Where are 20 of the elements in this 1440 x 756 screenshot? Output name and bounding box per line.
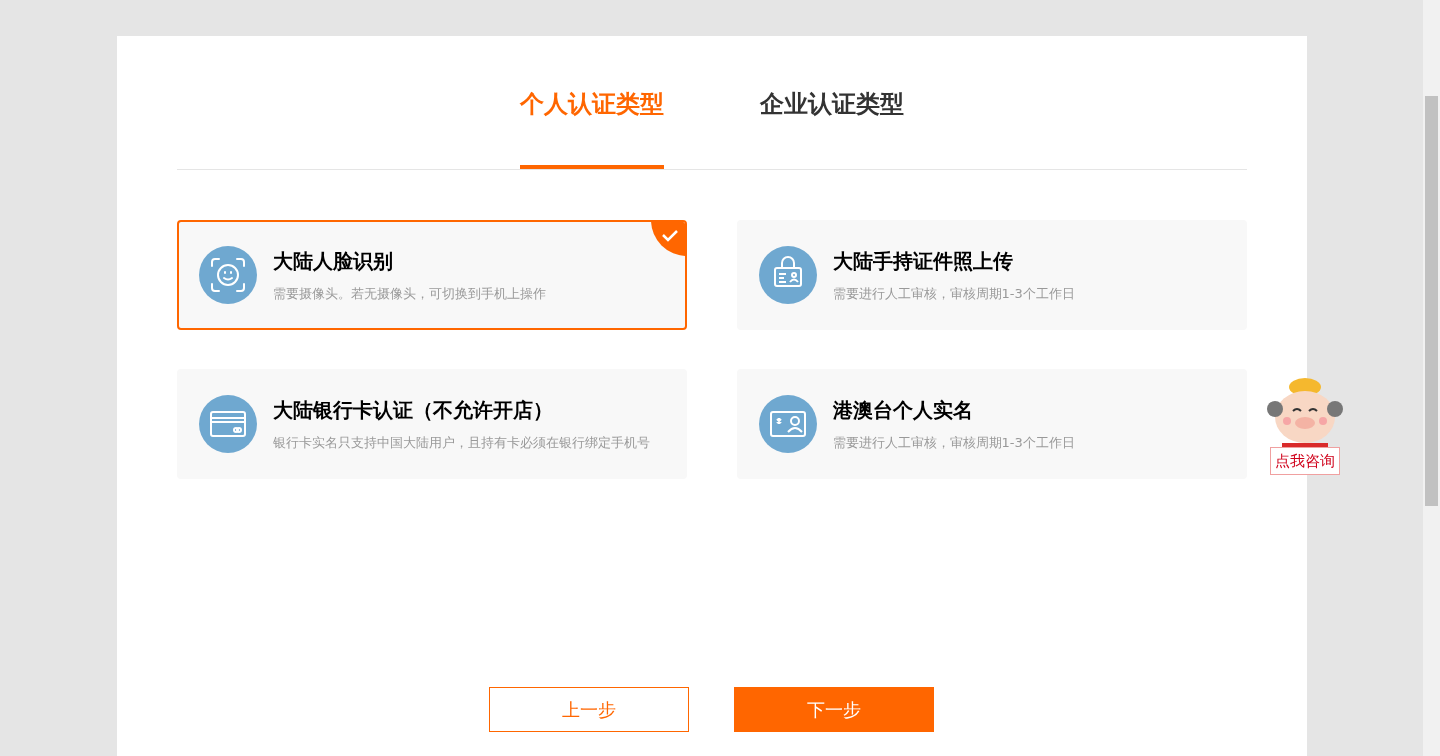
option-description: 需要进行人工审核，审核周期1-3个工作日 [832,434,1075,453]
verification-option-card[interactable]: 港澳台个人实名 需要进行人工审核，审核周期1-3个工作日 [736,369,1247,479]
scrollbar[interactable] [1423,0,1440,756]
check-icon [650,222,685,256]
option-description: 需要进行人工审核，审核周期1-3个工作日 [832,285,1075,304]
option-title: 大陆手持证件照上传 [832,248,1014,276]
face-scan-icon [198,246,257,304]
verification-option-card[interactable]: 大陆手持证件照上传 需要进行人工审核，审核周期1-3个工作日 [736,220,1247,330]
bank-card-icon [198,395,257,453]
verification-option-card[interactable]: 大陆人脸识别 需要摄像头。若无摄像头，可切换到手机上操作 [176,220,687,330]
option-title: 大陆银行卡认证（不允许开店） [272,397,554,425]
option-title: 大陆人脸识别 [272,248,394,276]
option-description: 银行卡实名只支持中国大陆用户，且持有卡必须在银行绑定手机号 [272,434,650,453]
consult-label[interactable]: 点我咨询 [1270,447,1340,475]
option-description: 需要摄像头。若无摄像头，可切换到手机上操作 [272,285,546,304]
tab[interactable]: 企业认证类型 [759,36,904,169]
id-card-icon [758,395,817,453]
option-title: 港澳台个人实名 [832,397,974,425]
id-card-icon [758,246,817,304]
verification-option-card[interactable]: 大陆银行卡认证（不允许开店） 银行卡实名只支持中国大陆用户，且持有卡必须在银行绑定手机号 [176,369,687,479]
